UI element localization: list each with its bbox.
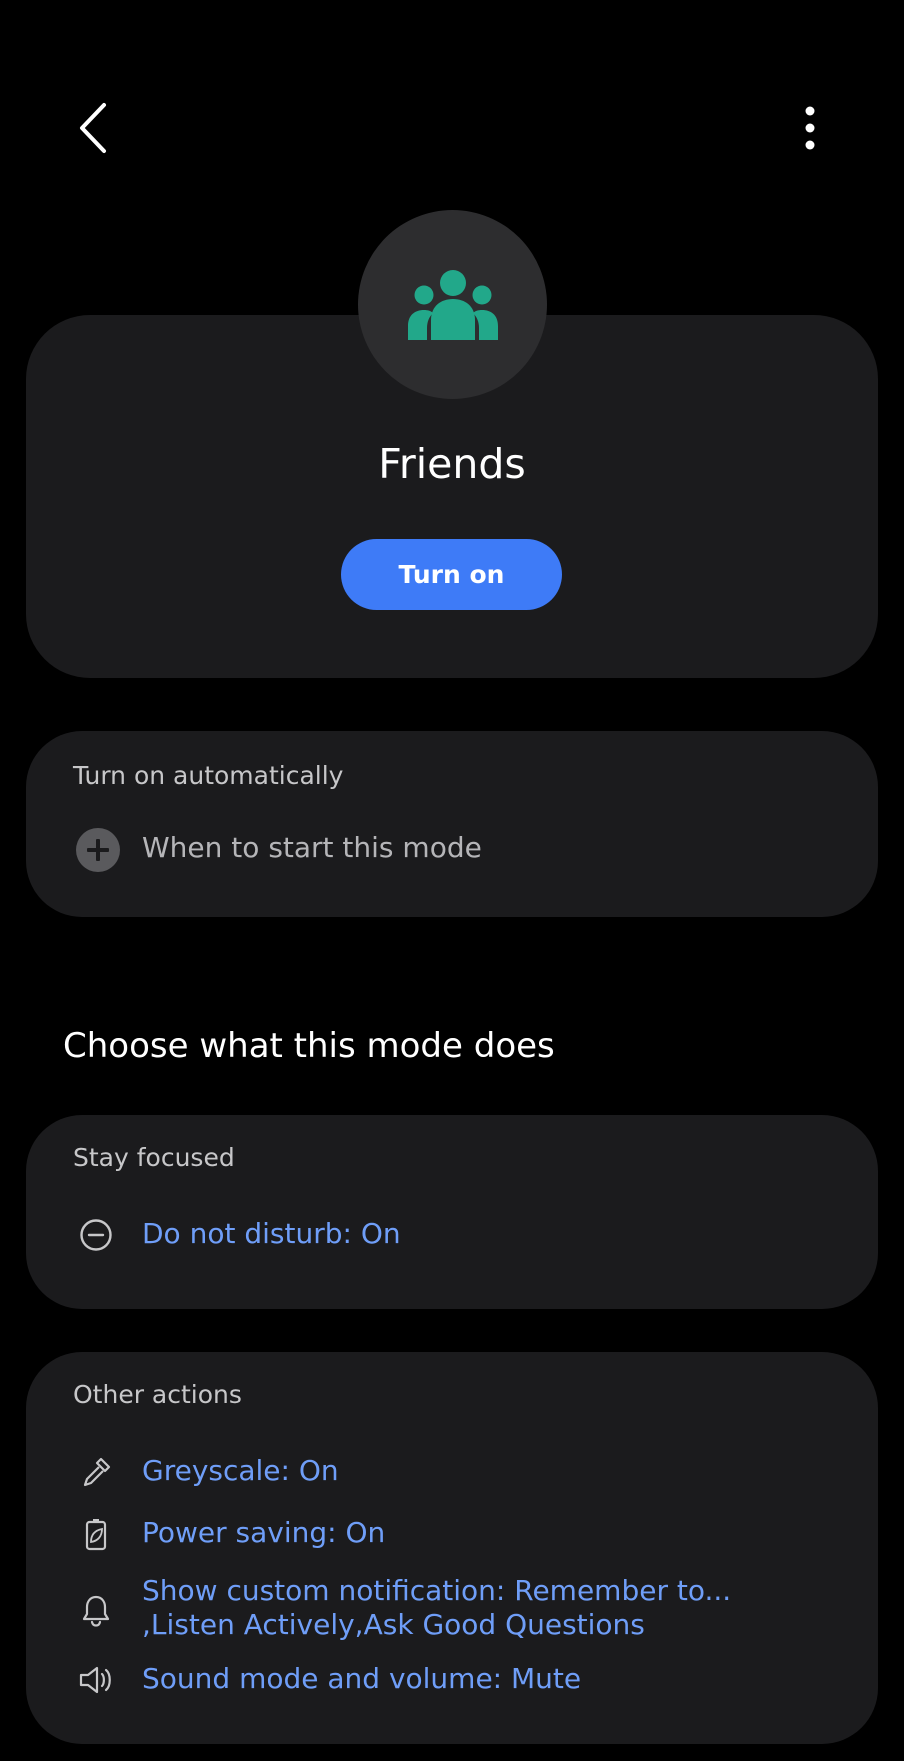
people-group-icon <box>407 269 498 340</box>
eyedropper-icon <box>76 1452 116 1492</box>
do-not-disturb-row[interactable]: Do not disturb: On <box>26 1203 878 1267</box>
more-vertical-icon <box>805 106 815 150</box>
card-header: Other actions <box>73 1380 242 1409</box>
custom-notification-label: Show custom notification: Remember to...… <box>142 1574 732 1641</box>
sound-mode-label: Sound mode and volume: Mute <box>142 1662 582 1695</box>
add-start-condition-row[interactable]: When to start this mode <box>26 809 878 889</box>
power-saving-row[interactable]: Power saving: On <box>26 1504 878 1564</box>
stay-focused-card: Stay focused Do not disturb: On <box>26 1115 878 1309</box>
greyscale-row[interactable]: Greyscale: On <box>26 1442 878 1502</box>
speaker-icon <box>76 1660 116 1700</box>
greyscale-label: Greyscale: On <box>142 1454 339 1487</box>
card-header: Stay focused <box>73 1143 235 1172</box>
mode-avatar[interactable] <box>358 210 547 399</box>
turn-on-automatically-card: Turn on automatically When to start this… <box>26 731 878 917</box>
back-button[interactable] <box>60 88 126 168</box>
minus-circle-icon <box>76 1215 116 1255</box>
card-header: Turn on automatically <box>73 761 344 790</box>
top-bar <box>0 0 904 220</box>
other-actions-card: Other actions Greyscale: On Power saving… <box>26 1352 878 1744</box>
power-saving-label: Power saving: On <box>142 1516 386 1549</box>
custom-notification-row[interactable]: Show custom notification: Remember to...… <box>26 1574 878 1646</box>
sound-mode-row[interactable]: Sound mode and volume: Mute <box>26 1650 878 1710</box>
bell-icon <box>76 1590 116 1630</box>
plus-circle-icon <box>76 828 120 872</box>
turn-on-button[interactable]: Turn on <box>341 539 562 610</box>
do-not-disturb-label: Do not disturb: On <box>142 1217 401 1250</box>
chevron-left-icon <box>80 103 106 153</box>
add-start-condition-label: When to start this mode <box>142 831 482 864</box>
more-options-button[interactable] <box>780 88 840 168</box>
mode-title: Friends <box>378 440 526 488</box>
section-title: Choose what this mode does <box>63 1026 555 1066</box>
battery-leaf-icon <box>76 1514 116 1554</box>
